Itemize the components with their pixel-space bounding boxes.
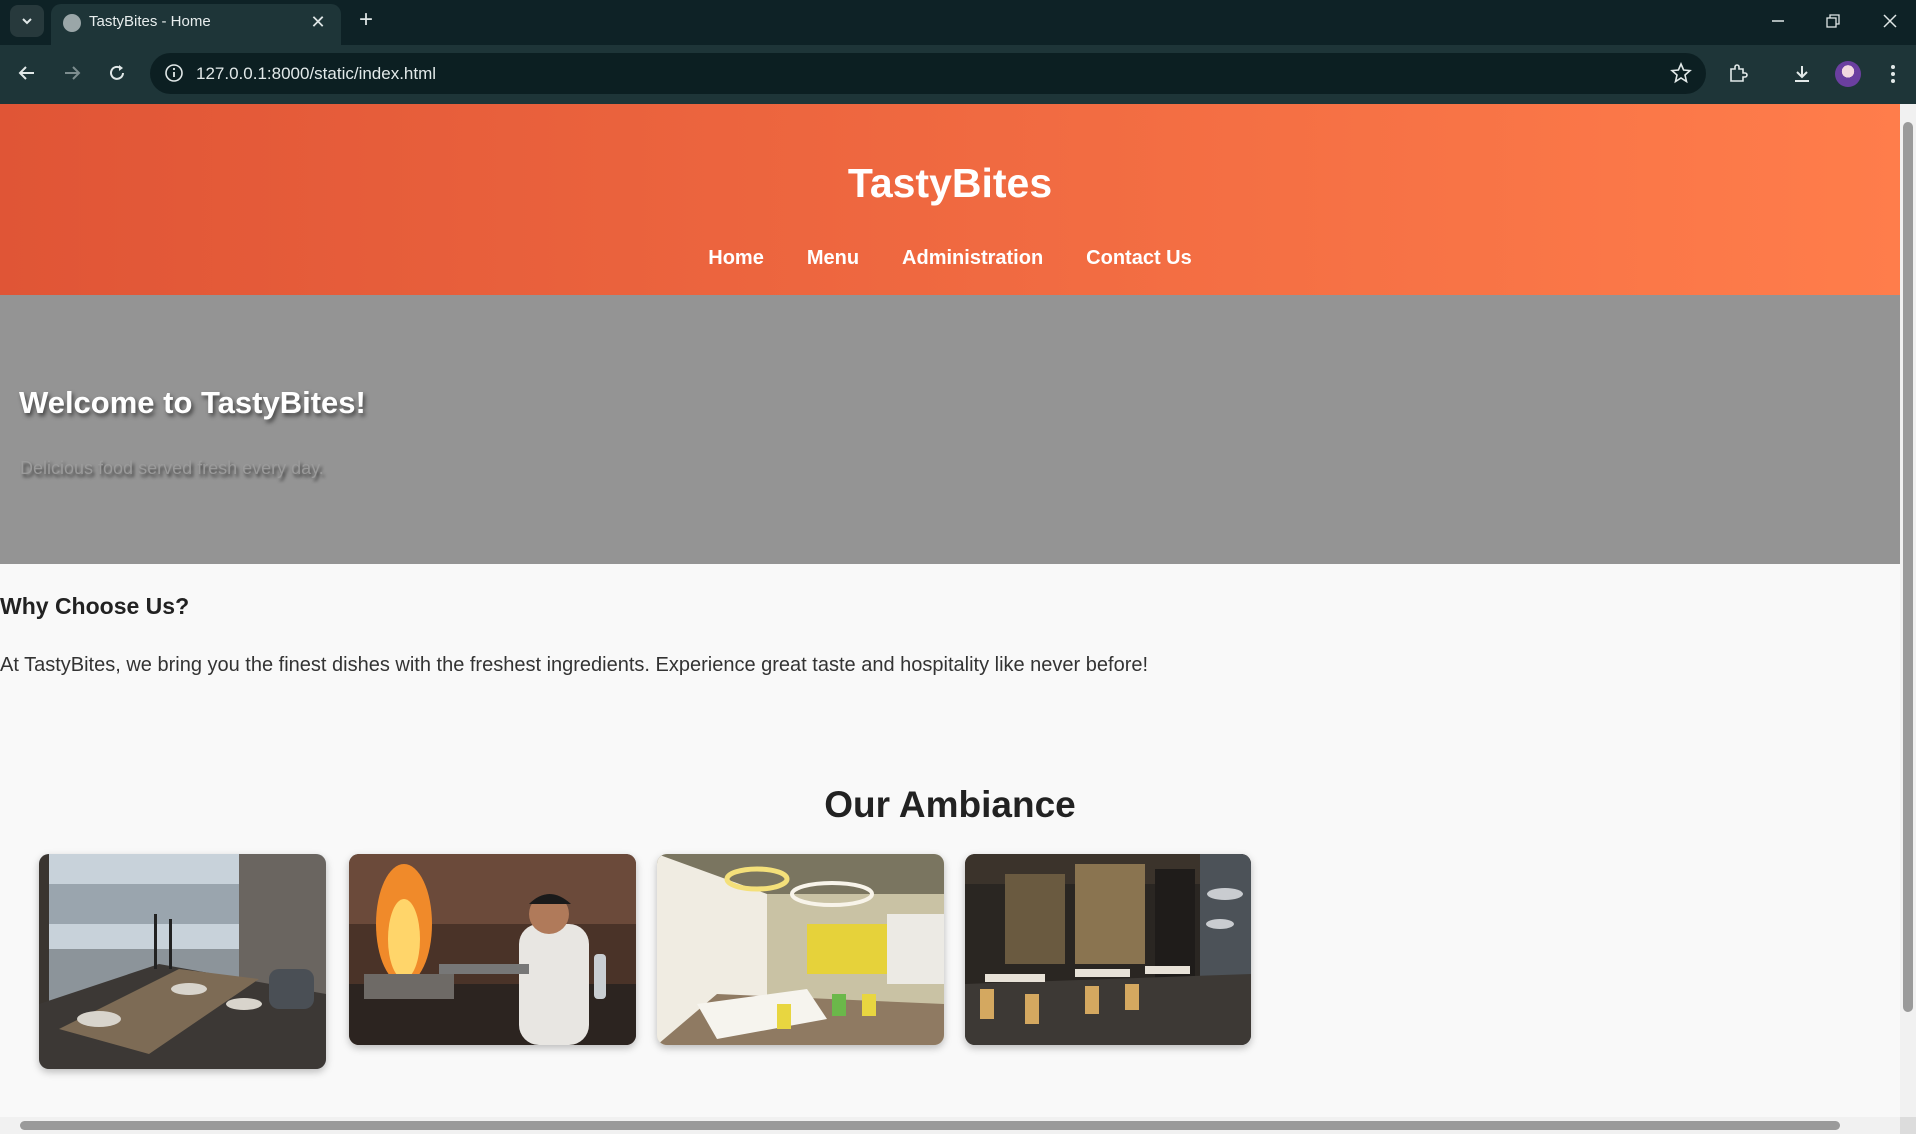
vertical-scrollbar-thumb[interactable]: [1903, 122, 1913, 1012]
downloads-button[interactable]: [1788, 60, 1816, 88]
horizontal-scrollbar[interactable]: [0, 1117, 1900, 1134]
close-icon[interactable]: ✕: [307, 11, 329, 33]
tab-search-button[interactable]: [10, 5, 44, 37]
ambiance-image-dark-restaurant: [965, 854, 1251, 1045]
bookmark-star-icon[interactable]: [1670, 62, 1692, 84]
horizontal-scrollbar-thumb[interactable]: [20, 1121, 1840, 1130]
minimize-icon: [1772, 20, 1784, 22]
ambiance-image-dining-table: [39, 854, 326, 1069]
nav-link-contact-us[interactable]: Contact Us: [1086, 247, 1192, 270]
globe-icon: [63, 14, 81, 32]
tab-strip: TastyBites - Home ✕ +: [0, 0, 1916, 45]
download-icon: [1795, 66, 1809, 82]
window-close-button[interactable]: [1872, 6, 1908, 36]
site-header: TastyBites Home Menu Administration Cont…: [0, 104, 1900, 295]
close-icon: [1883, 14, 1897, 28]
menu-button[interactable]: [1879, 60, 1907, 88]
yellow-dining-room-image: [657, 854, 944, 1045]
arrow-right-icon: [65, 66, 81, 80]
browser-tab[interactable]: TastyBites - Home ✕: [51, 4, 341, 45]
page-viewport: TastyBites Home Menu Administration Cont…: [0, 104, 1900, 1117]
ambiance-heading: Our Ambiance: [824, 784, 1076, 825]
address-bar[interactable]: 127.0.0.1:8000/static/index.html: [150, 53, 1706, 94]
reload-button[interactable]: [101, 57, 133, 89]
forward-button[interactable]: [56, 57, 88, 89]
restore-icon: [1826, 14, 1840, 28]
why-text: At TastyBites, we bring you the finest d…: [0, 654, 1149, 676]
tab-title: TastyBites - Home: [89, 13, 211, 30]
ambiance-image-chef: [349, 854, 636, 1045]
hero-banner: Welcome to TastyBites! Delicious food se…: [0, 295, 1900, 564]
scrollbar-corner: [1900, 1117, 1916, 1134]
chef-flaming-pan-image: [349, 854, 636, 1045]
back-button[interactable]: [11, 57, 43, 89]
nav-link-home[interactable]: Home: [708, 247, 764, 270]
extensions-button[interactable]: [1724, 60, 1752, 88]
why-heading: Why Choose Us?: [0, 593, 190, 619]
dark-restaurant-image: [965, 854, 1251, 1045]
nav-link-menu[interactable]: Menu: [807, 247, 859, 270]
chevron-down-icon: [22, 18, 32, 25]
reload-icon: [110, 65, 124, 80]
site-nav: Home Menu Administration Contact Us: [0, 247, 1900, 270]
browser-toolbar: 127.0.0.1:8000/static/index.html: [0, 45, 1916, 104]
dining-table-image: [39, 854, 326, 1069]
ambiance-image-yellow-room: [657, 854, 944, 1045]
restore-button[interactable]: [1815, 6, 1851, 36]
hero-heading: Welcome to TastyBites!: [19, 385, 366, 420]
vertical-scrollbar[interactable]: [1900, 104, 1916, 1117]
new-tab-button[interactable]: +: [352, 6, 380, 34]
site-title: TastyBites: [847, 160, 1053, 206]
arrow-left-icon: [18, 66, 34, 80]
profile-avatar[interactable]: [1835, 61, 1861, 87]
info-icon[interactable]: [164, 63, 184, 83]
more-vertical-icon: [1891, 65, 1895, 83]
minimize-button[interactable]: [1760, 6, 1796, 36]
nav-link-administration[interactable]: Administration: [902, 247, 1043, 270]
browser-chrome: TastyBites - Home ✕ + 127.0.0.1:8000/sta…: [0, 0, 1916, 104]
puzzle-icon: [1730, 64, 1748, 82]
url-text: 127.0.0.1:8000/static/index.html: [196, 64, 437, 83]
hero-subheading: Delicious food served fresh every day.: [20, 458, 324, 478]
